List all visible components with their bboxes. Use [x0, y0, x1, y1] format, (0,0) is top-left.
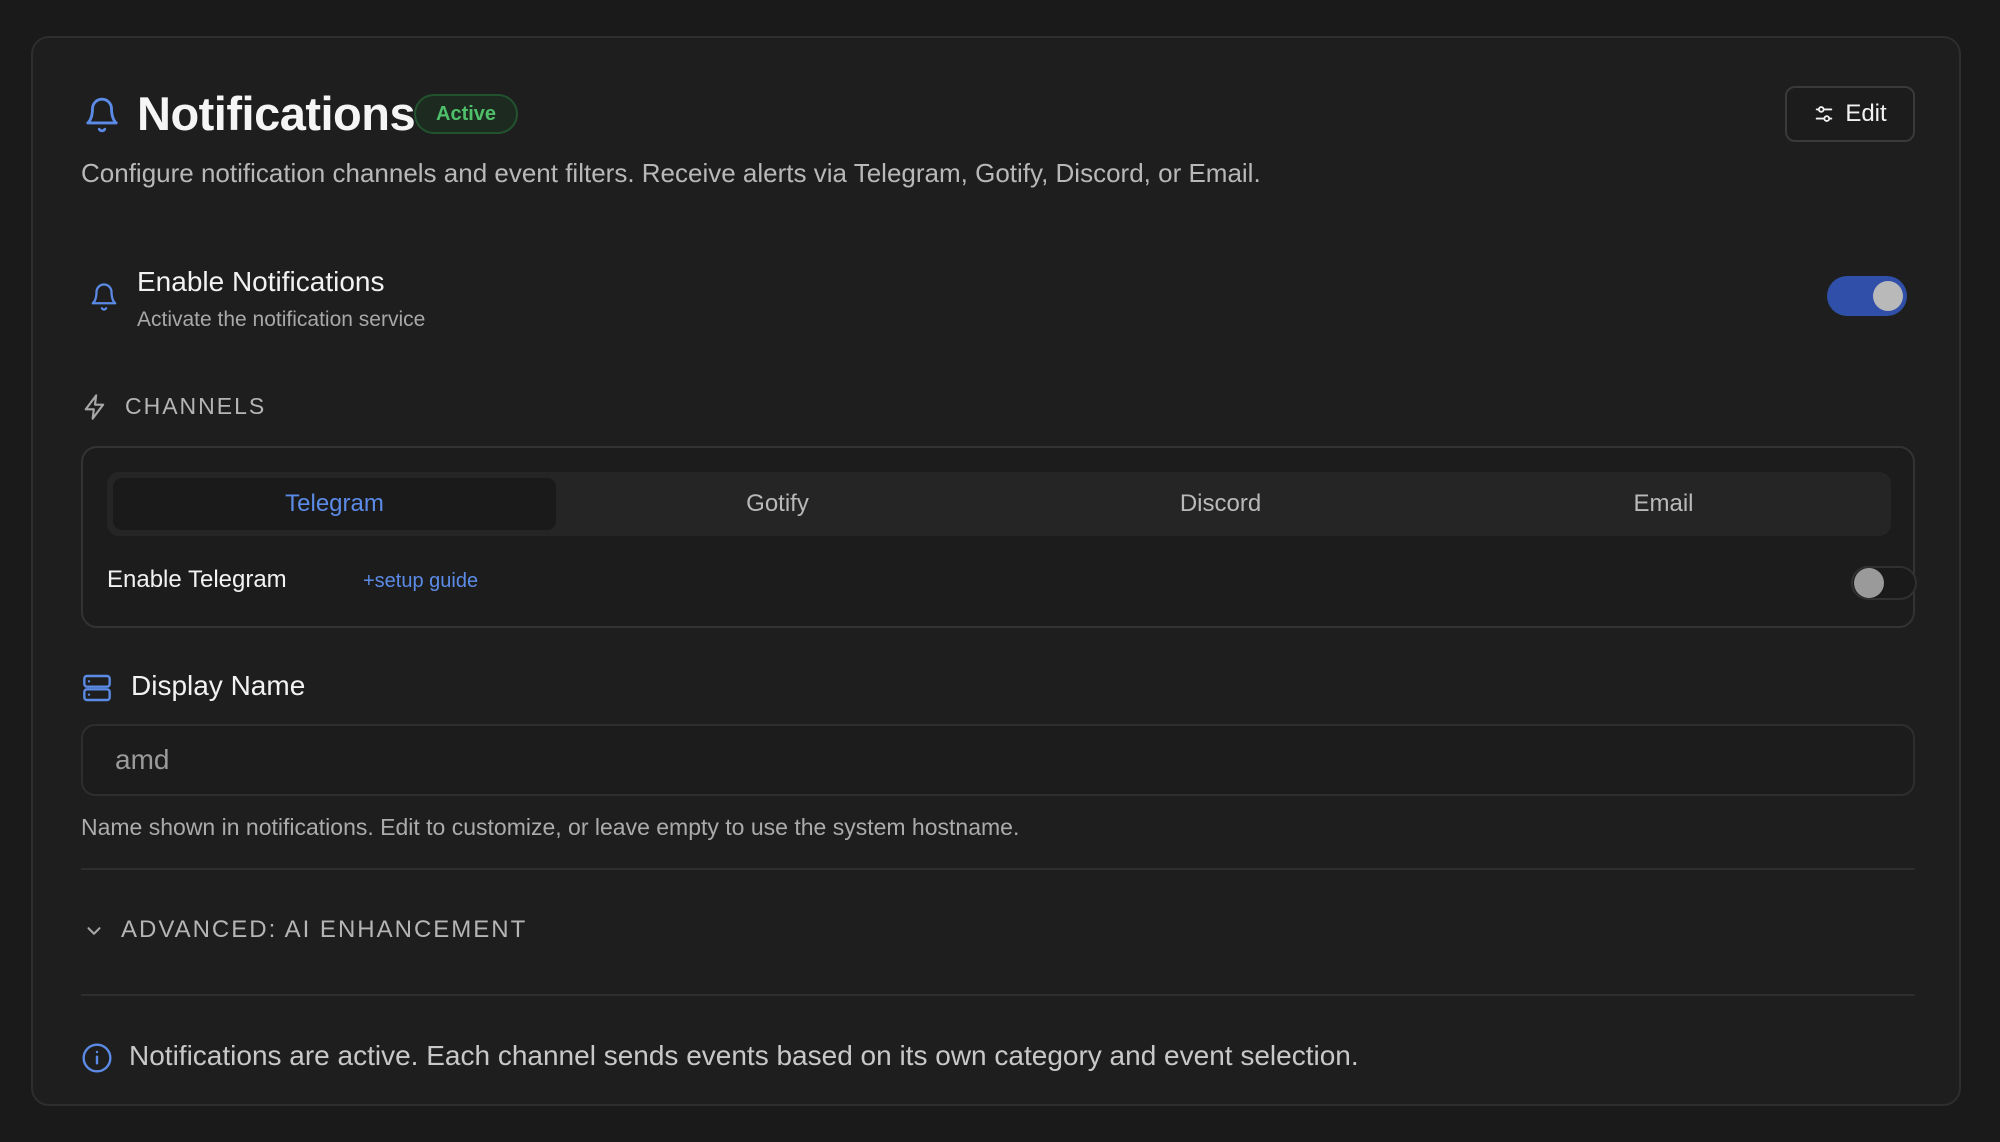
- tab-email[interactable]: Email: [1442, 478, 1885, 530]
- display-name-input[interactable]: [81, 724, 1915, 796]
- tab-gotify[interactable]: Gotify: [556, 478, 999, 530]
- bell-icon: [83, 94, 121, 136]
- enable-telegram-label: Enable Telegram: [107, 566, 287, 593]
- server-icon: [81, 672, 113, 704]
- notifications-card: Notifications Active Edit Configure noti…: [31, 36, 1961, 1106]
- enable-notifications-toggle[interactable]: [1827, 276, 1907, 316]
- info-message: Notifications are active. Each channel s…: [129, 1040, 1359, 1071]
- advanced-ai-enhancement-toggle[interactable]: ADVANCED: AI ENHANCEMENT: [121, 916, 527, 944]
- lightning-icon: [81, 392, 109, 422]
- display-name-label: Display Name: [131, 670, 306, 701]
- divider: [81, 994, 1915, 996]
- sliders-icon: [1813, 103, 1835, 125]
- enable-telegram-toggle[interactable]: [1851, 566, 1917, 600]
- toggle-knob: [1854, 568, 1884, 598]
- enable-notifications-title: Enable Notifications: [137, 266, 385, 297]
- page-title: Notifications: [137, 87, 416, 140]
- edit-button-label: Edit: [1845, 100, 1887, 127]
- info-icon: [81, 1042, 113, 1074]
- tab-discord[interactable]: Discord: [999, 478, 1442, 530]
- tab-telegram[interactable]: Telegram: [113, 478, 556, 530]
- status-badge: Active: [414, 94, 519, 134]
- toggle-knob: [1873, 281, 1903, 311]
- enable-notifications-subtitle: Activate the notification service: [137, 308, 426, 331]
- setup-guide-link[interactable]: +setup guide: [363, 570, 478, 593]
- chevron-down-icon[interactable]: [83, 920, 105, 942]
- edit-button[interactable]: Edit: [1785, 86, 1915, 142]
- channels-section-label: CHANNELS: [125, 393, 267, 419]
- channels-panel: Telegram Gotify Discord Email Enable Tel…: [81, 446, 1917, 628]
- divider: [81, 868, 1915, 870]
- display-name-help: Name shown in notifications. Edit to cus…: [81, 814, 1020, 840]
- bell-icon: [89, 280, 119, 314]
- channel-tabs: Telegram Gotify Discord Email: [107, 472, 1891, 536]
- page-subtitle: Configure notification channels and even…: [81, 158, 1261, 188]
